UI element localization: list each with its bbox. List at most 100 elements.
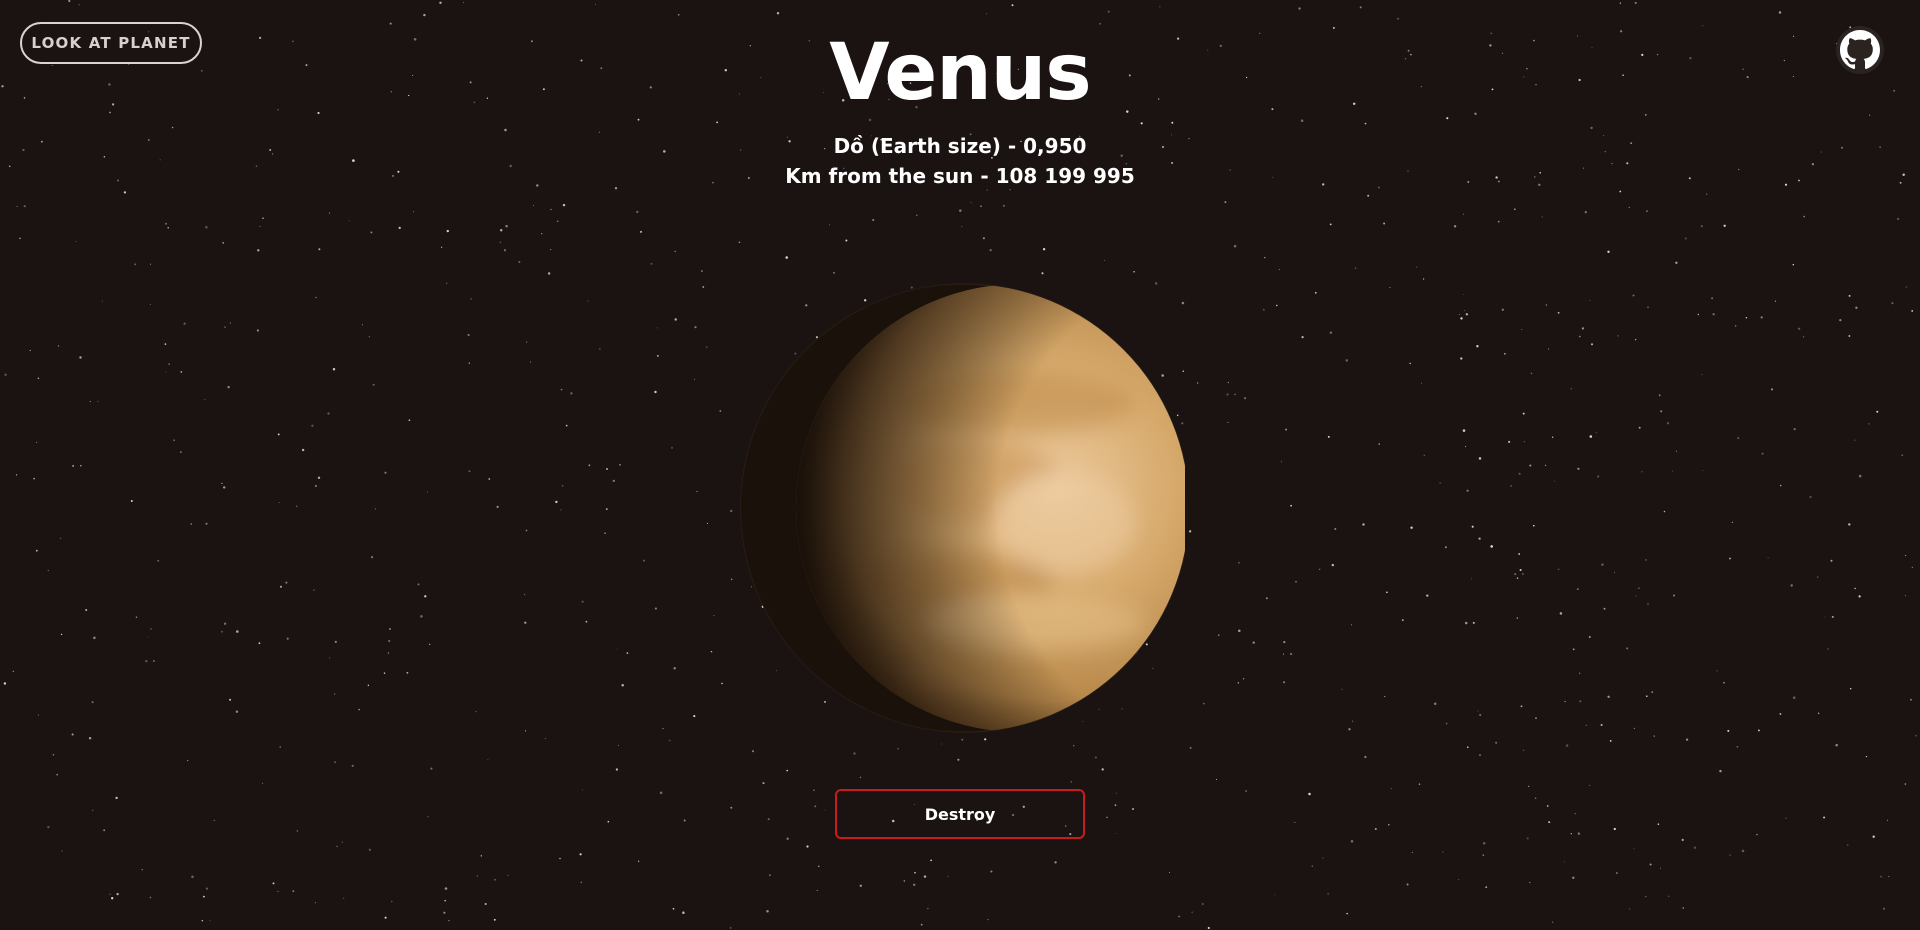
- star: [1711, 297, 1714, 300]
- star: [1835, 743, 1838, 747]
- star: [1817, 712, 1820, 714]
- star: [296, 505, 298, 507]
- star: [525, 529, 528, 532]
- destroy-button[interactable]: Destroy: [835, 789, 1085, 839]
- star: [859, 884, 862, 887]
- star: [1614, 571, 1616, 573]
- star: [368, 848, 372, 851]
- star: [1070, 781, 1073, 783]
- star: [103, 829, 106, 832]
- star: [619, 464, 621, 466]
- star: [1712, 313, 1715, 316]
- star: [989, 248, 992, 252]
- star: [1572, 648, 1575, 651]
- star: [813, 789, 815, 792]
- star: [523, 593, 526, 596]
- star: [1911, 566, 1914, 569]
- star: [1736, 745, 1739, 748]
- star: [1041, 272, 1044, 275]
- star: [588, 464, 591, 467]
- star: [358, 708, 360, 711]
- star: [35, 549, 38, 552]
- star: [1406, 883, 1409, 886]
- star: [1243, 397, 1247, 400]
- star: [1495, 741, 1498, 744]
- star: [1681, 838, 1684, 842]
- star: [1779, 713, 1782, 715]
- star: [1613, 827, 1616, 831]
- star: [654, 607, 657, 610]
- star: [1723, 224, 1726, 228]
- star: [518, 261, 521, 263]
- star: [116, 892, 119, 896]
- star: [1522, 573, 1524, 575]
- star: [1659, 867, 1662, 869]
- star: [1576, 588, 1579, 591]
- planet-render[interactable]: [735, 283, 1190, 733]
- star: [1462, 293, 1464, 295]
- star: [582, 789, 583, 791]
- star: [91, 701, 94, 704]
- star: [1518, 472, 1521, 475]
- star: [650, 262, 653, 265]
- star: [149, 303, 151, 305]
- star: [1519, 568, 1522, 572]
- star: [1011, 4, 1014, 7]
- star: [1133, 271, 1135, 273]
- star: [716, 121, 718, 124]
- star: [824, 809, 826, 811]
- star: [659, 791, 663, 795]
- star: [1464, 621, 1468, 625]
- star: [1234, 393, 1236, 396]
- star: [1308, 792, 1311, 796]
- star: [1745, 316, 1748, 319]
- star: [1905, 286, 1907, 288]
- star: [328, 212, 331, 214]
- star: [1700, 225, 1703, 228]
- star: [149, 263, 152, 265]
- star: [60, 633, 63, 636]
- star: [1418, 783, 1421, 785]
- star: [1649, 863, 1652, 866]
- star: [222, 241, 225, 244]
- star: [149, 896, 152, 899]
- star: [1227, 381, 1229, 384]
- star: [1516, 617, 1519, 619]
- star: [1442, 851, 1444, 853]
- star: [1350, 840, 1354, 843]
- star: [201, 919, 204, 922]
- star: [581, 600, 584, 603]
- star: [524, 730, 527, 732]
- star: [1641, 471, 1643, 473]
- star: [970, 202, 972, 203]
- star: [1910, 698, 1912, 701]
- star: [468, 362, 470, 364]
- star: [1314, 291, 1317, 294]
- star: [301, 448, 305, 452]
- star: [1731, 521, 1734, 524]
- star: [1651, 691, 1654, 693]
- star: [1767, 557, 1769, 559]
- star: [1439, 482, 1441, 484]
- star: [1463, 213, 1465, 215]
- star: [1458, 879, 1460, 881]
- star: [559, 857, 561, 860]
- star: [468, 470, 471, 473]
- star: [145, 659, 148, 663]
- star: [496, 505, 499, 509]
- star: [78, 4, 80, 6]
- star: [1523, 441, 1525, 443]
- star: [1532, 524, 1535, 527]
- star: [1570, 833, 1572, 835]
- star: [1886, 819, 1889, 821]
- star: [1865, 755, 1868, 758]
- star: [444, 899, 446, 902]
- star: [1334, 527, 1337, 531]
- star: [1901, 454, 1904, 457]
- star: [1848, 294, 1851, 297]
- star: [642, 559, 645, 562]
- star: [1617, 335, 1619, 337]
- star: [1830, 559, 1833, 562]
- star: [80, 465, 82, 467]
- star: [1464, 309, 1466, 311]
